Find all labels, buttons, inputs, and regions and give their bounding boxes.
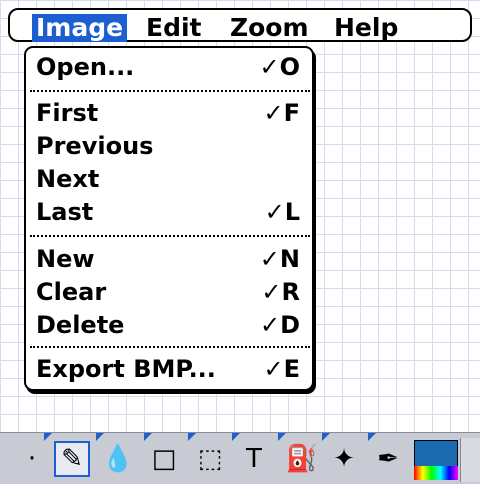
tool-palette: · ✎ 💧 □ ⬚ T ⛽ ✦ ✒ — [0, 432, 480, 484]
color-palette-strip[interactable] — [414, 466, 458, 480]
tool-corner-marker — [188, 433, 196, 441]
menu-help[interactable]: Help — [330, 14, 402, 42]
eyedropper-icon[interactable]: ✒ — [370, 441, 406, 477]
paint-bucket-icon[interactable]: ⛽ — [284, 441, 320, 477]
shortcut-label: ✓L — [264, 198, 300, 226]
rectangle-icon[interactable]: □ — [146, 441, 182, 477]
menu-item-label: First — [36, 99, 99, 127]
menu-edit[interactable]: Edit — [142, 14, 206, 42]
menu-item-label: Export BMP... — [36, 355, 216, 383]
menu-divider — [30, 346, 310, 348]
tool-corner-marker — [368, 433, 376, 441]
menu-item-next[interactable]: Next — [36, 164, 306, 194]
shortcut-label: ✓F — [263, 99, 300, 127]
pencil-icon[interactable]: ✎ — [54, 441, 90, 477]
shortcut-label: ✓E — [263, 355, 300, 383]
shortcut-label: ✓O — [259, 53, 300, 81]
tool-corner-marker — [232, 433, 240, 441]
spray-icon[interactable]: ✦ — [326, 441, 362, 477]
menu-item-label: Last — [36, 198, 94, 226]
tool-corner-marker — [144, 433, 152, 441]
menu-item-open[interactable]: Open... ✓O — [36, 52, 306, 82]
menu-item-label: Clear — [36, 278, 107, 306]
menu-divider — [30, 235, 310, 237]
tool-corner-marker — [44, 433, 52, 441]
menu-item-label: Next — [36, 165, 100, 193]
tool-corner-marker — [278, 433, 286, 441]
menu-item-first[interactable]: First ✓F — [36, 98, 306, 128]
shortcut-label: ✓D — [259, 311, 300, 339]
shortcut-label: ✓R — [261, 278, 300, 306]
menu-item-label: Previous — [36, 132, 154, 160]
menu-item-label: Delete — [36, 311, 125, 339]
menu-item-label: Open... — [36, 53, 135, 81]
drop-icon[interactable]: 💧 — [100, 441, 136, 477]
menubar: Image Edit Zoom Help — [8, 8, 472, 42]
text-icon[interactable]: T — [236, 441, 272, 477]
selection-icon[interactable]: ⬚ — [192, 441, 228, 477]
tool-scroll-arrows[interactable] — [460, 438, 480, 482]
dot-icon[interactable]: · — [14, 441, 50, 477]
menu-item-last[interactable]: Last ✓L — [36, 197, 306, 227]
shortcut-label: ✓N — [259, 245, 300, 273]
menu-item-previous[interactable]: Previous — [36, 131, 306, 161]
menu-item-new[interactable]: New ✓N — [36, 244, 306, 274]
menu-image[interactable]: Image — [32, 14, 128, 42]
menu-item-clear[interactable]: Clear ✓R — [36, 277, 306, 307]
tool-corner-marker — [96, 433, 104, 441]
image-menu-dropdown: Open... ✓O First ✓F Previous Next Last ✓… — [24, 46, 314, 391]
tool-corner-marker — [322, 433, 330, 441]
menu-item-label: New — [36, 245, 95, 273]
menu-item-delete[interactable]: Delete ✓D — [36, 310, 306, 340]
menu-zoom[interactable]: Zoom — [226, 14, 313, 42]
menu-item-export-bmp[interactable]: Export BMP... ✓E — [36, 354, 306, 384]
menu-divider — [30, 90, 310, 92]
